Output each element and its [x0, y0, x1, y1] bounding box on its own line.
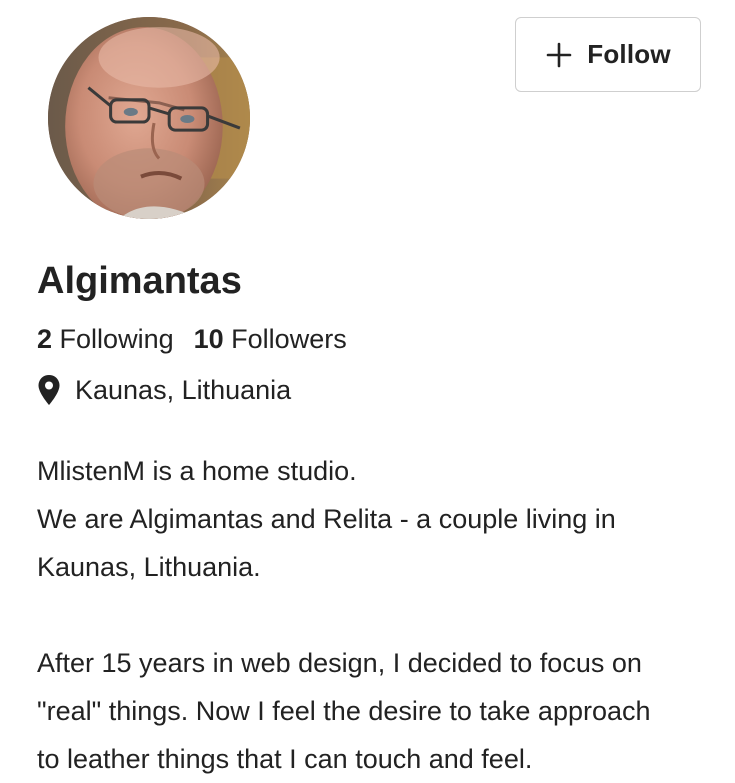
- avatar: [48, 17, 250, 219]
- bio-line: to leather things that I can touch and f…: [37, 744, 533, 774]
- bio-line: We are Algimantas and Relita - a couple …: [37, 504, 616, 534]
- profile-name: Algimantas: [37, 260, 242, 302]
- followers-label: Followers: [231, 324, 347, 354]
- following-count: 2: [37, 324, 53, 354]
- plus-icon: [545, 41, 573, 69]
- following-link[interactable]: 2 Following: [37, 324, 174, 354]
- avatar-photo: [48, 17, 250, 219]
- followers-count: 10: [193, 324, 224, 354]
- location-text: Kaunas, Lithuania: [75, 375, 292, 405]
- location: Kaunas, Lithuania: [37, 372, 291, 408]
- map-pin-icon: [37, 374, 61, 406]
- bio-line: "real" things. Now I feel the desire to …: [37, 696, 651, 726]
- bio-line: Kaunas, Lithuania.: [37, 552, 261, 582]
- following-label: Following: [59, 324, 174, 354]
- bio: MlistenM is a home studio. We are Algima…: [37, 447, 727, 783]
- follow-button[interactable]: Follow: [515, 17, 701, 92]
- follow-button-label: Follow: [587, 39, 671, 69]
- bio-line: MlistenM is a home studio.: [37, 456, 357, 486]
- followers-link[interactable]: 10 Followers: [194, 324, 347, 354]
- bio-paragraph-break: [37, 591, 727, 639]
- follow-stats: 2 Following 10 Followers: [37, 322, 347, 356]
- bio-line: After 15 years in web design, I decided …: [37, 648, 642, 678]
